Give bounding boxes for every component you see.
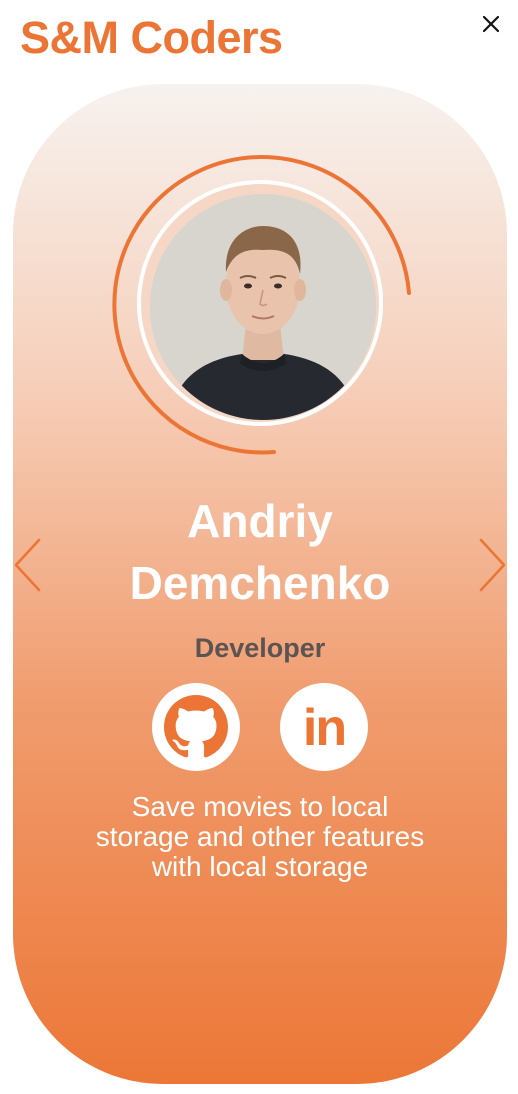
profile-description: Save movies to local storage and other f… (95, 791, 425, 882)
next-member-button[interactable] (477, 538, 507, 592)
linkedin-link[interactable]: in (280, 683, 368, 771)
close-icon (482, 15, 500, 33)
chevron-right-icon (479, 538, 506, 592)
profile-first-name: Andriy (187, 495, 333, 547)
linkedin-icon: in (302, 699, 347, 757)
avatar-photo (150, 194, 376, 420)
avatar (150, 194, 376, 420)
github-link[interactable] (152, 683, 240, 771)
profile-last-name: Demchenko (129, 557, 391, 609)
github-icon (164, 695, 228, 758)
brand-title: S&M Coders (20, 12, 283, 63)
profile-role: Developer (194, 633, 326, 663)
profile-card: Andriy Demchenko Developer in Save movie… (13, 84, 507, 1084)
chevron-left-icon (14, 538, 41, 592)
close-button[interactable] (478, 11, 504, 37)
previous-member-button[interactable] (13, 538, 43, 592)
